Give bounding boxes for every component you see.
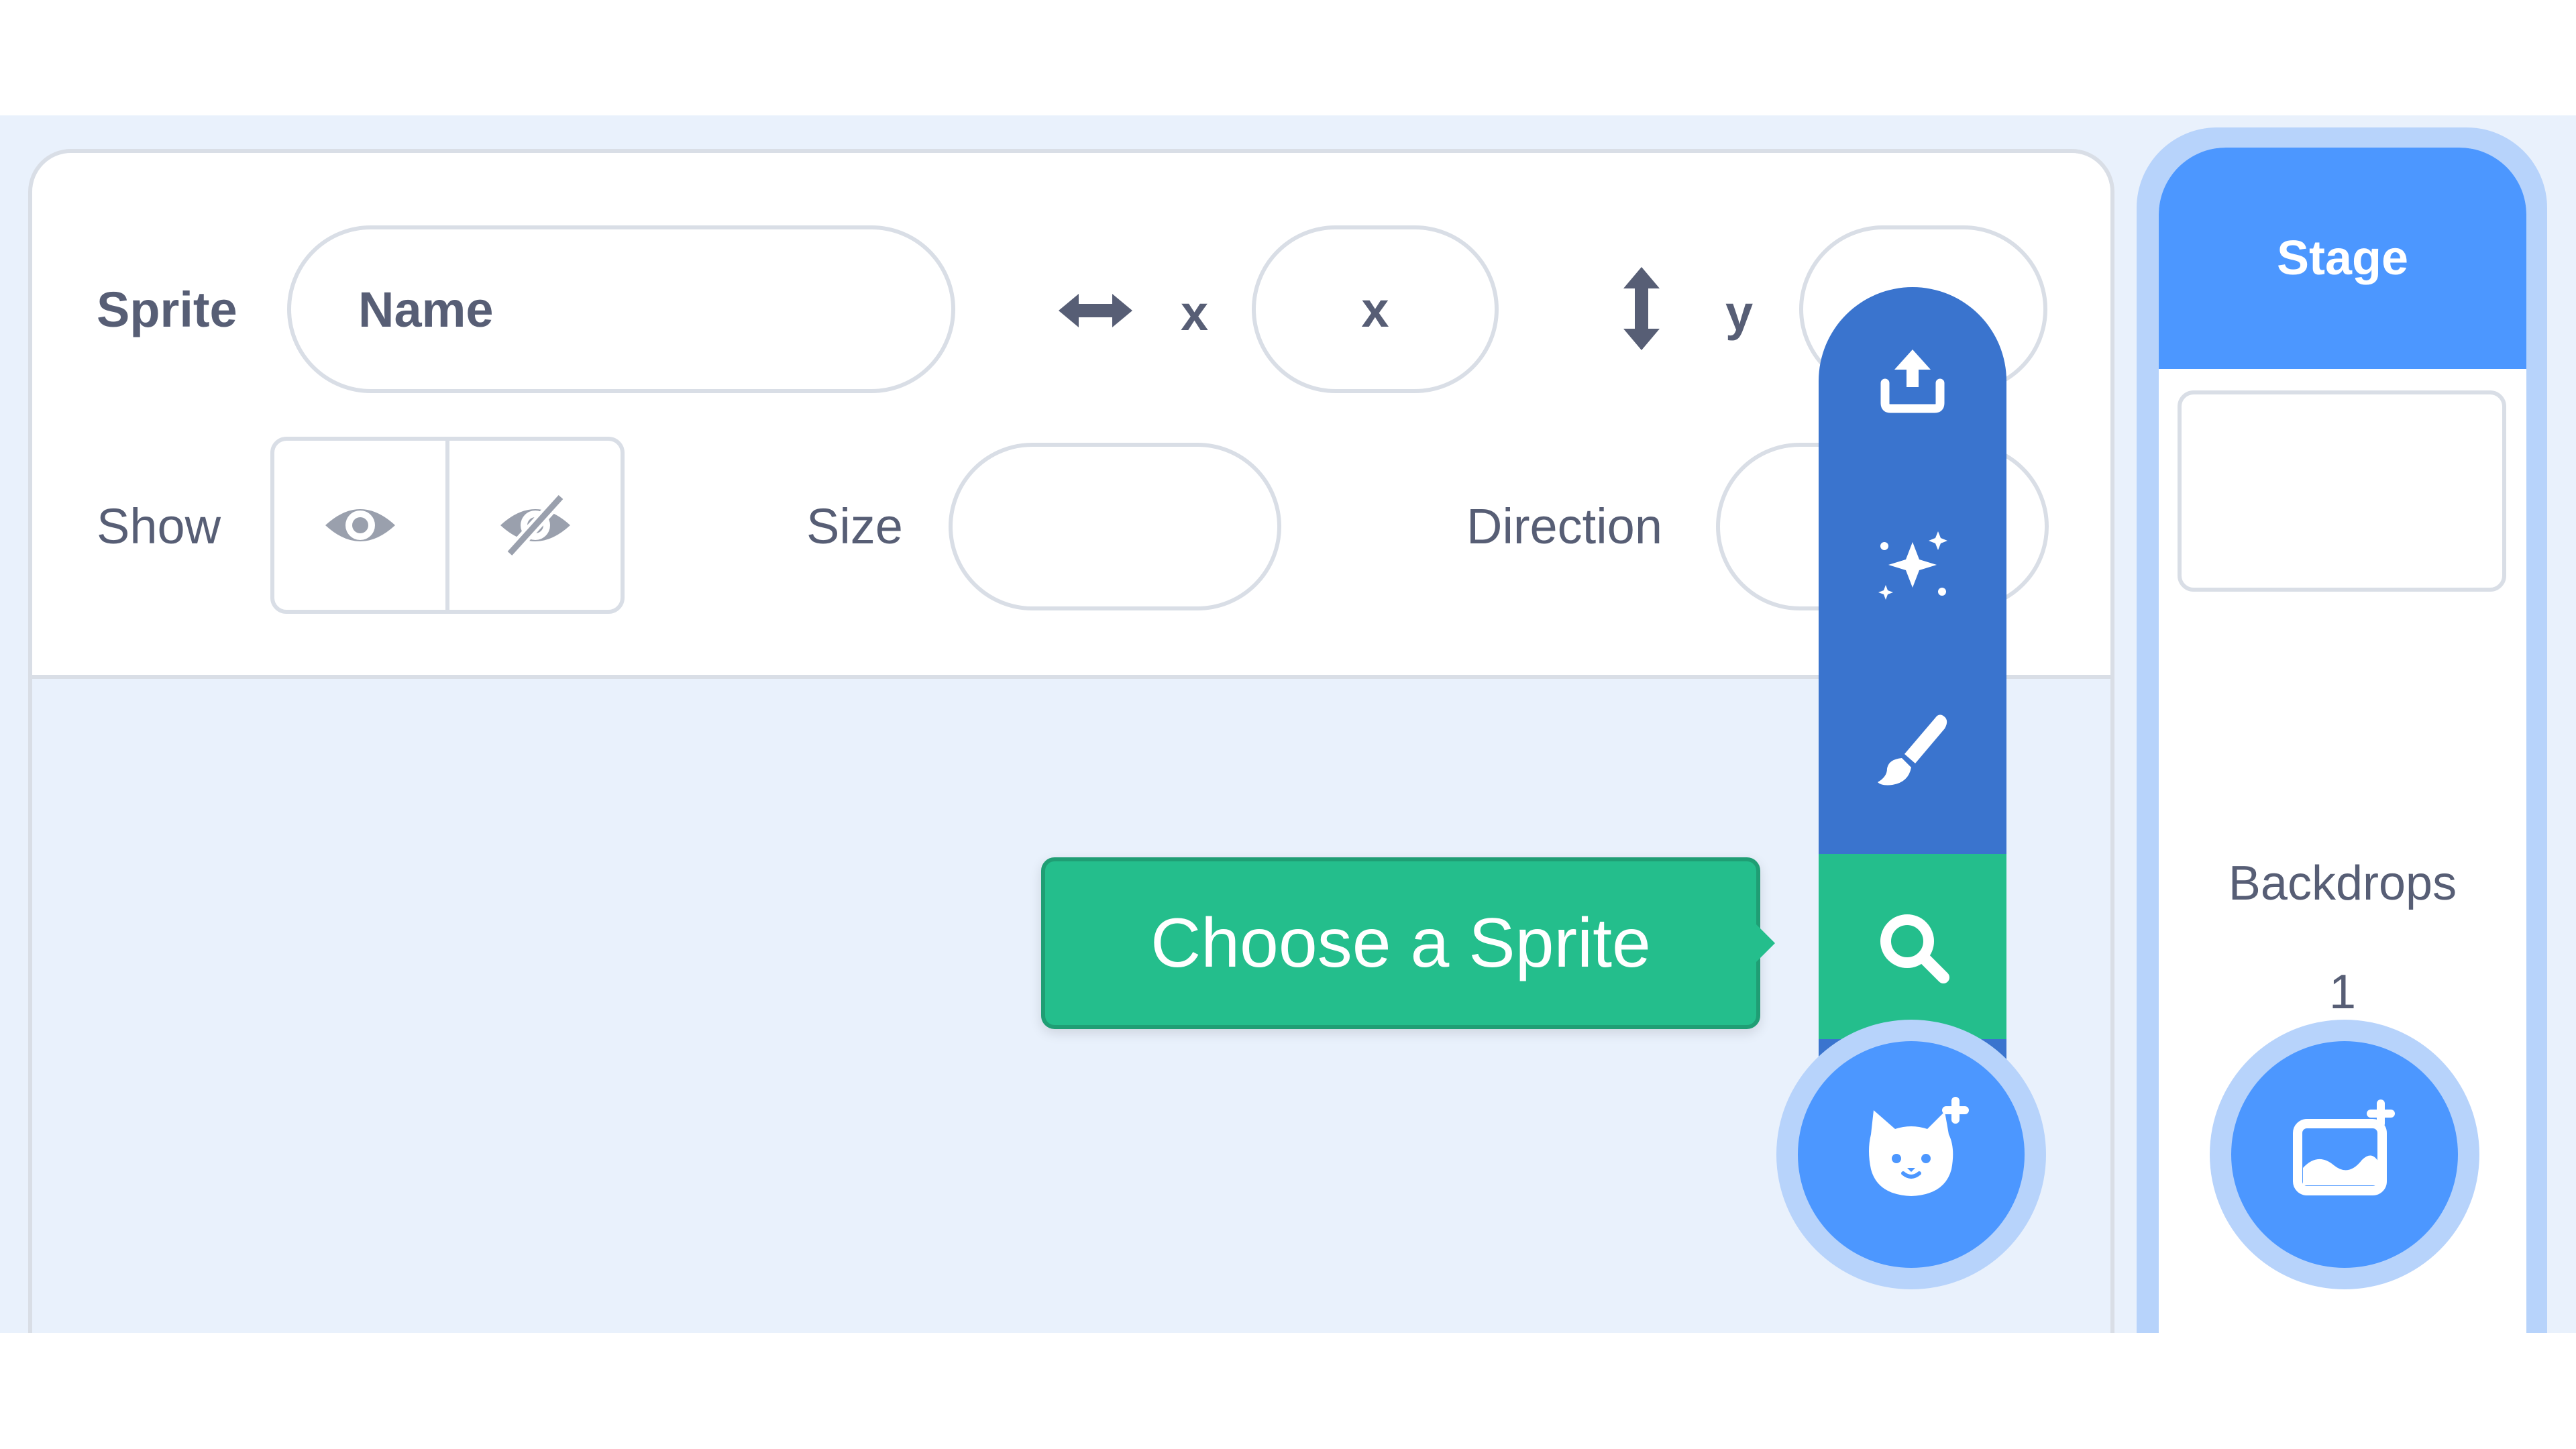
stage-title: Stage (2276, 231, 2409, 285)
x-placeholder: x (1361, 281, 1389, 337)
upload-sprite-button[interactable] (1819, 287, 2006, 472)
show-button[interactable] (274, 441, 445, 610)
tooltip-text: Choose a Sprite (1150, 904, 1651, 982)
sprite-name-input[interactable]: Name (287, 225, 955, 393)
vertical-arrows-icon (1623, 267, 1660, 350)
direction-label: Direction (1466, 498, 1662, 554)
backdrops-label: Backdrops (2228, 857, 2457, 910)
surprise-button[interactable] (1819, 472, 2006, 657)
horizontal-arrows-icon (1059, 294, 1132, 327)
size-label: Size (806, 498, 903, 554)
upload-icon (1880, 350, 1945, 413)
paintbrush-icon (1878, 714, 1947, 786)
sprite-add-menu (1819, 287, 2006, 1126)
choose-sprite-tooltip: Choose a Sprite (1041, 857, 1760, 1029)
y-label: y (1725, 285, 1754, 341)
add-backdrop-button[interactable] (2231, 1041, 2458, 1268)
paint-button[interactable] (1819, 657, 2006, 843)
sprite-info-area: Sprite Name x x y Show Size Direction (32, 153, 2110, 679)
stage-header: Stage (2159, 148, 2526, 369)
sprite-label: Sprite (97, 282, 237, 337)
x-label: x (1181, 285, 1209, 341)
show-label: Show (97, 498, 221, 554)
sparkles-icon (1878, 531, 1947, 600)
eye-slash-icon (500, 492, 570, 558)
backdrop-add-icon (2293, 1099, 2395, 1195)
size-input[interactable] (949, 443, 1281, 610)
x-input[interactable]: x (1252, 225, 1499, 393)
add-sprite-button[interactable] (1798, 1041, 2025, 1268)
choose-sprite-button[interactable] (1819, 854, 2006, 1039)
backdrops-count: 1 (2328, 965, 2357, 1019)
eye-icon (325, 509, 395, 541)
hide-button[interactable] (445, 441, 621, 610)
visibility-toggle (270, 437, 625, 614)
sprite-name-placeholder: Name (358, 281, 494, 337)
bottom-crop-area (0, 1333, 2576, 1449)
tooltip-arrow (1756, 924, 1775, 962)
stage-thumbnail (2178, 390, 2506, 592)
cat-add-icon (1869, 1097, 1969, 1196)
search-icon (1880, 914, 1949, 983)
